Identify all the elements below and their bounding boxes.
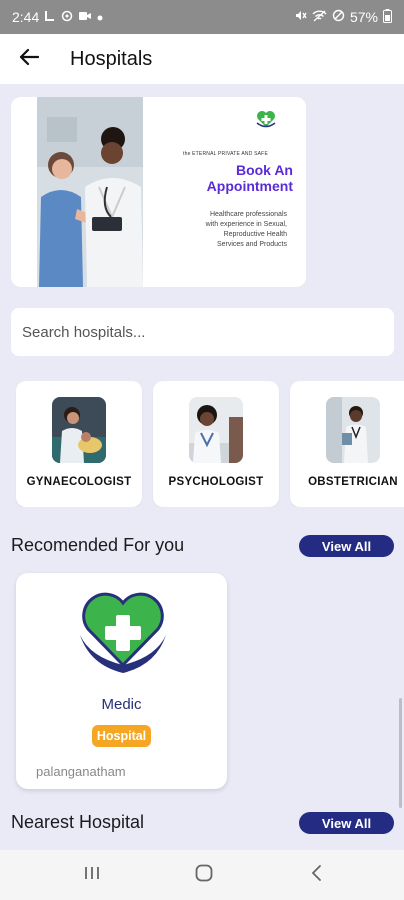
banner-subtitle-line2: with experience in Sexual, <box>205 221 287 228</box>
signal-l-icon <box>44 10 56 25</box>
banner-subtitle: Healthcare professionals with experience… <box>175 210 287 250</box>
system-nav-bar <box>0 850 404 900</box>
video-icon <box>78 10 92 25</box>
banner-heading: Book An Appointment <box>169 162 293 194</box>
banner-subtitle-line1: Healthcare professionals <box>209 211 287 218</box>
category-card-psychologist[interactable]: PSYCHOLOGIST <box>153 381 279 507</box>
recommended-view-all-button[interactable]: View All <box>299 535 394 557</box>
battery-percent: 57% <box>349 9 378 25</box>
hospital-logo <box>76 587 170 677</box>
category-label: OBSTETRICIAN <box>308 476 398 488</box>
app-bar: Hospitals <box>0 34 404 84</box>
nearest-title: Nearest Hospital <box>11 812 145 832</box>
promo-banner[interactable]: the ETERNAL PRIVATE AND SAFE Book An App… <box>11 97 306 287</box>
obstetrician-image <box>326 397 380 463</box>
category-carousel[interactable]: GYNAECOLOGIST PSYCHOLOGIST OBSTETRICIAN <box>0 381 404 507</box>
banner-text-panel: the ETERNAL PRIVATE AND SAFE Book An App… <box>153 97 303 287</box>
hospital-type-badge: Hospital <box>92 725 151 747</box>
banner-heading-line1: Book An <box>235 162 293 178</box>
status-right: 57% <box>294 8 392 26</box>
nearest-view-all-button[interactable]: View All <box>299 812 394 834</box>
mute-icon <box>294 9 307 25</box>
banner-tagline: the ETERNAL PRIVATE AND SAFE <box>183 151 268 157</box>
page-title: Hospitals <box>70 47 153 70</box>
gynaecologist-image <box>52 397 106 463</box>
banner-subtitle-line4: Services and Products <box>216 241 287 248</box>
banner-subtitle-line3: Reproductive Health <box>223 231 287 238</box>
hospital-card[interactable]: Medic Hospital palanganatham <box>16 573 227 789</box>
banner-heading-line2: Appointment <box>206 178 293 194</box>
category-label: GYNAECOLOGIST <box>26 476 132 488</box>
search-input[interactable] <box>11 308 394 356</box>
status-bar: 2:44 57% <box>0 0 404 34</box>
dnd-icon <box>332 9 345 25</box>
banner-doctors-image <box>37 97 143 287</box>
status-time: 2:44 <box>12 9 40 25</box>
category-card-obstetrician[interactable]: OBSTETRICIAN <box>290 381 404 507</box>
category-card-gynaecologist[interactable]: GYNAECOLOGIST <box>16 381 142 507</box>
back-button[interactable] <box>16 46 42 72</box>
home-icon <box>194 863 214 888</box>
dot-icon <box>97 10 103 24</box>
status-left: 2:44 <box>12 9 103 25</box>
scrollbar[interactable] <box>399 698 402 808</box>
battery-icon <box>383 8 392 26</box>
recommended-title: Recomended For you <box>11 535 185 555</box>
location-icon <box>61 10 73 25</box>
hospital-name: Medic <box>101 696 142 713</box>
recent-apps-button[interactable] <box>80 864 104 886</box>
back-icon <box>310 864 324 887</box>
hospital-location: palanganatham <box>36 764 126 779</box>
recent-apps-icon <box>82 865 102 886</box>
nav-back-button[interactable] <box>305 864 329 886</box>
banner-logo <box>255 108 277 135</box>
psychologist-image <box>189 397 243 463</box>
wifi-icon <box>312 10 327 25</box>
arrow-left-icon <box>19 48 40 71</box>
category-label: PSYCHOLOGIST <box>168 476 264 488</box>
home-button[interactable] <box>192 864 216 886</box>
